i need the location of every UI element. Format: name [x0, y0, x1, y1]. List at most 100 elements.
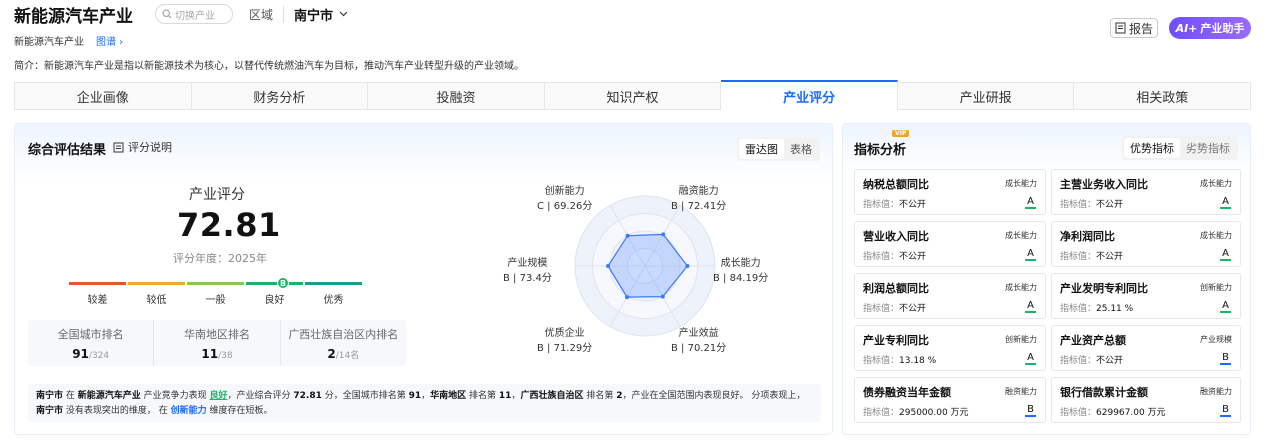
report-button[interactable]: 报告: [1110, 18, 1158, 38]
summary-text: 维度存在短板。: [206, 406, 273, 416]
radar-label-financing: 融资能力 B | 72.41分: [671, 184, 726, 214]
region-label: 区域: [249, 5, 285, 23]
rank-label: 广西壮族自治区内排名: [288, 328, 399, 341]
score-explain-label: 评分说明: [128, 141, 172, 154]
indicator-tag: 成长能力: [1200, 231, 1232, 240]
radar-axis-name: 产业规模: [507, 258, 548, 269]
indicator-value: 指标值：25.11 %: [1060, 301, 1133, 314]
radar-axis-name: 成长能力: [720, 258, 761, 269]
summary-text: 产业竞争力表现: [140, 391, 210, 401]
tab-investment[interactable]: 投融资: [368, 83, 545, 109]
summary-text: 没有表现突出的维度， 在: [63, 406, 171, 416]
tab-policies[interactable]: 相关政策: [1074, 83, 1251, 109]
industry-search-input[interactable]: 切换产业: [155, 4, 233, 24]
radar-point[interactable]: [685, 264, 690, 268]
radar-axis-grade: B | 71.29分: [537, 343, 593, 354]
indicator-value-prefix: 指标值：: [1060, 356, 1097, 366]
indicator-grade: B: [1220, 404, 1231, 417]
summary-city: 南宁市: [36, 406, 64, 416]
indicator-card[interactable]: 银行借款累计金额 融资能力 指标值：629967.00 万元 B: [1051, 377, 1241, 423]
tab-ip[interactable]: 知识产权: [544, 83, 722, 109]
weakness-indicators-button[interactable]: 劣势指标: [1180, 138, 1236, 158]
radar-point[interactable]: [606, 264, 611, 268]
indicator-grade: A: [1025, 196, 1036, 209]
radar-point[interactable]: [625, 233, 630, 238]
tab-industry-research[interactable]: 产业研报: [897, 83, 1075, 109]
score-year: 评分年度：2025年: [173, 252, 267, 265]
industry-intro: 简介：新能源汽车产业是指以新能源技术为核心，以替代传统燃油汽车为目标，推动汽车产…: [14, 61, 524, 72]
ai-assistant-label: 产业助手: [1200, 22, 1245, 35]
indicator-grade: A: [1025, 248, 1036, 261]
indicator-value-text: 629967.00 万元: [1096, 408, 1166, 418]
radar-axis-name: 优质企业: [544, 328, 585, 339]
summary-text: 排名第: [583, 391, 617, 401]
rank-number: 2: [327, 347, 336, 361]
city-selector[interactable]: 南宁市: [294, 5, 348, 24]
indicator-value-prefix: 指标值：: [863, 252, 900, 262]
indicator-panel: 指标分析 VIP 优势指标 劣势指标 纳税总额同比 成长能力 指标值：不公开 A 主营业…: [842, 123, 1251, 435]
indicator-card[interactable]: 营业收入同比 成长能力 指标值：不公开 A: [854, 221, 1046, 267]
radar-axis-name: 创新能力: [544, 186, 585, 197]
score-label: 产业评分: [189, 187, 245, 203]
table-view-button[interactable]: 表格: [784, 139, 818, 159]
radar-view-button[interactable]: 雷达图: [739, 139, 784, 159]
summary-city: 南宁市: [36, 391, 64, 401]
scale-bar-4: [246, 282, 303, 285]
indicator-card[interactable]: 产业资产总额 产业规模 指标值：不公开 B: [1051, 325, 1241, 371]
indicator-card[interactable]: 债券融资当年金额 融资能力 指标值：295000.00 万元 B: [854, 377, 1046, 423]
indicator-tag: 成长能力: [1005, 231, 1037, 240]
radar-chart: 创新能力 C | 69.26分 融资能力 B | 72.41分 成长能力 B | 84…: [495, 180, 795, 363]
indicator-grade: A: [1220, 196, 1231, 209]
radar-point[interactable]: [625, 295, 630, 300]
vip-badge: VIP: [892, 130, 910, 137]
indicator-tag: 创新能力: [1200, 283, 1232, 292]
indicator-value: 指标值：不公开: [863, 197, 926, 210]
indicator-card[interactable]: 利润总额同比 成长能力 指标值：不公开 A: [854, 273, 1046, 319]
indicator-tag: 创新能力: [1005, 335, 1037, 344]
indicator-card[interactable]: 净利润同比 成长能力 指标值：不公开 A: [1051, 221, 1241, 267]
rank-total: /324: [88, 351, 110, 361]
grade-marker: B: [277, 277, 289, 289]
national-rank: 全国城市排名 91/324: [28, 320, 155, 366]
summary-text: 排名第: [466, 391, 499, 401]
graph-link[interactable]: 图谱 ›: [96, 33, 123, 48]
tab-company-profile[interactable]: 企业画像: [15, 83, 192, 109]
radar-point[interactable]: [661, 232, 666, 237]
summary-industry: 新能源汽车产业: [77, 391, 141, 401]
indicator-value-text: 25.11 %: [1096, 304, 1134, 314]
scale-bar-1: [69, 282, 126, 285]
strength-indicators-button[interactable]: 优势指标: [1124, 138, 1180, 158]
radar-label-quality-firms: 优质企业 B | 71.29分: [537, 326, 592, 356]
indicator-tag: 成长能力: [1200, 179, 1232, 188]
indicator-card[interactable]: 产业发明专利同比 创新能力 指标值：25.11 % A: [1051, 273, 1241, 319]
view-toggle: 雷达图 表格: [737, 137, 820, 161]
indicator-value-prefix: 指标值：: [863, 356, 900, 366]
indicator-card[interactable]: 主营业务收入同比 成长能力 指标值：不公开 A: [1051, 169, 1241, 215]
indicator-value: 指标值：13.18 %: [863, 353, 936, 366]
ai-assistant-button[interactable]: AI+ 产业助手: [1169, 17, 1251, 39]
summary-text: ，产业在全国范围内表现良好。 分项表现上，: [622, 391, 806, 401]
indicator-value: 指标值：629967.00 万元: [1060, 405, 1166, 418]
rank-label: 全国城市排名: [57, 328, 124, 341]
report-label: 报告: [1128, 21, 1153, 36]
tab-industry-score[interactable]: 产业评分: [721, 80, 898, 111]
summary-text: 在: [63, 391, 78, 401]
tab-financial-analysis[interactable]: 财务分析: [191, 83, 369, 109]
indicator-value-text: 13.18 %: [899, 356, 937, 366]
indicator-card[interactable]: 产业专利同比 创新能力 指标值：13.18 % A: [854, 325, 1046, 371]
radar-label-scale: 产业规模 B | 73.4分: [503, 256, 552, 286]
radar-point[interactable]: [660, 294, 665, 299]
indicator-value: 指标值：不公开: [863, 249, 926, 262]
indicator-value-prefix: 指标值：: [1060, 252, 1097, 262]
summary-level: 良好: [209, 391, 228, 401]
summary-national-rank: 91: [408, 391, 422, 401]
indicator-value: 指标值：不公开: [1060, 249, 1123, 262]
scale-bar-2: [128, 282, 185, 285]
indicator-value-prefix: 指标值：: [863, 408, 900, 418]
indicator-card[interactable]: 纳税总额同比 成长能力 指标值：不公开 A: [854, 169, 1046, 215]
radar-axis-grade: B | 73.4分: [503, 273, 552, 284]
indicator-value: 指标值：不公开: [1060, 353, 1123, 366]
score-explain-button[interactable]: 评分说明: [113, 139, 172, 155]
graph-link-label: 图谱: [96, 37, 116, 48]
summary-weak-dimension[interactable]: 创新能力: [171, 406, 207, 416]
